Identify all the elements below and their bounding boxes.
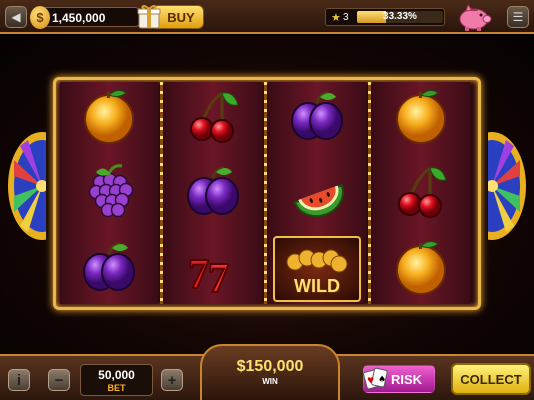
wild-symbol-icon: WILD bbox=[271, 234, 363, 304]
cherry-symbol-icon bbox=[385, 160, 457, 222]
svg-text:♠: ♠ bbox=[378, 375, 386, 385]
bet-label: BET bbox=[107, 383, 126, 393]
bet-decrease-button[interactable]: − bbox=[48, 369, 70, 391]
plum-symbol-icon bbox=[281, 85, 353, 147]
level-number: 3 bbox=[343, 12, 349, 23]
xp-percent: 33.33% bbox=[383, 11, 417, 22]
win-display: $150,000 WIN bbox=[200, 344, 340, 400]
seven-symbol-icon: 77 bbox=[177, 236, 249, 298]
svg-text:7: 7 bbox=[208, 256, 229, 298]
plus-icon: + bbox=[167, 371, 177, 389]
minus-icon: − bbox=[54, 371, 64, 389]
win-label: WIN bbox=[262, 377, 278, 386]
win-value: $150,000 bbox=[236, 358, 304, 375]
collect-label: COLLECT bbox=[460, 371, 522, 387]
orange-symbol-icon bbox=[385, 85, 457, 147]
svg-text:7: 7 bbox=[188, 252, 209, 298]
bet-display: 50,000 BET bbox=[80, 364, 153, 396]
risk-label: RISK bbox=[390, 371, 422, 387]
bet-increase-button[interactable]: + bbox=[161, 369, 183, 391]
info-button[interactable]: i bbox=[8, 369, 30, 391]
info-icon: i bbox=[16, 371, 22, 389]
orange-symbol-icon bbox=[385, 236, 457, 298]
cherry-symbol-icon bbox=[177, 85, 249, 147]
gift-box-icon bbox=[137, 5, 161, 29]
xp-bar: 33.33% bbox=[357, 11, 443, 23]
orange-symbol-icon bbox=[73, 85, 145, 147]
plum-symbol-icon bbox=[73, 236, 145, 298]
bonus-wheel-left-icon bbox=[8, 132, 46, 240]
watermelon-symbol-icon bbox=[281, 160, 353, 222]
dollar-coin-icon: $ bbox=[30, 6, 50, 29]
reel-divider bbox=[160, 82, 163, 304]
hamburger-icon: ☰ bbox=[512, 10, 524, 24]
menu-button[interactable]: ☰ bbox=[507, 6, 529, 28]
back-button[interactable]: ◀ bbox=[5, 6, 27, 28]
level-progress: ★ 3 33.33% bbox=[325, 8, 445, 26]
buy-label: BUY bbox=[167, 9, 195, 25]
coin-amount: 1,450,000 bbox=[52, 11, 106, 25]
piggy-bank-icon[interactable] bbox=[456, 2, 492, 32]
grape-symbol-icon bbox=[73, 160, 145, 222]
coin-balance: $ 1,450,000 bbox=[30, 6, 144, 29]
plum-symbol-icon bbox=[177, 160, 249, 222]
collect-button[interactable]: COLLECT bbox=[451, 363, 531, 395]
playing-cards-icon: ♠ ♥ bbox=[363, 367, 388, 390]
reel-divider bbox=[368, 82, 371, 304]
bonus-wheel-right-icon bbox=[488, 132, 526, 240]
svg-text:♥: ♥ bbox=[367, 376, 374, 385]
bet-value: 50,000 bbox=[98, 368, 135, 382]
top-bar: ◀ $ 1,450,000 BUY ★ 3 33.33% ☰ bbox=[0, 0, 534, 34]
star-icon: ★ bbox=[331, 12, 341, 24]
reel-divider bbox=[264, 82, 267, 304]
triangle-left-icon: ◀ bbox=[11, 10, 21, 24]
